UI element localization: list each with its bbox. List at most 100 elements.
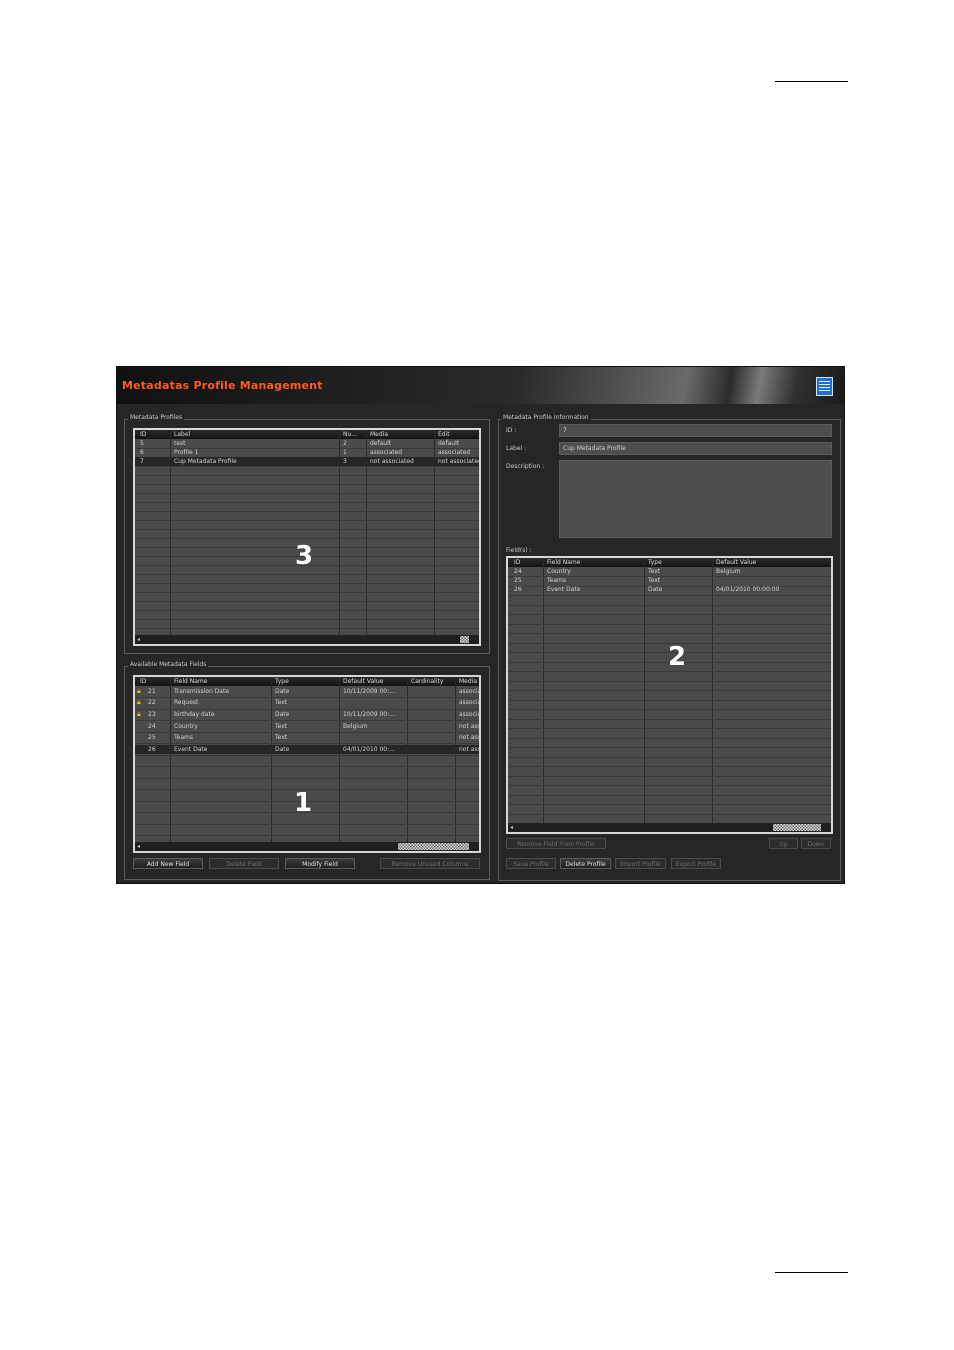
table-row[interactable]: 26 Event Date Date 04/01/2010 00:00:00 — [508, 585, 831, 594]
grid-line — [135, 720, 479, 721]
cell-default-value — [340, 698, 407, 707]
cell-id: 24 — [148, 723, 156, 730]
label-field[interactable]: Cup Metadata Profile — [559, 442, 832, 455]
save-profile-button[interactable]: Save Profile — [506, 858, 556, 869]
cell-media: not associated — [459, 746, 479, 753]
column-header-id[interactable]: ID — [511, 558, 543, 567]
cell-cardinality — [408, 733, 455, 742]
grid-line — [508, 785, 831, 786]
cell-default-value: 04/01/2010 00:00:00 — [716, 586, 780, 593]
table-row[interactable]: 🔒︎ 21 Transmission Date Date 10/11/2009 … — [135, 687, 479, 696]
fields-horizontal-scrollbar[interactable]: ◂ — [135, 842, 479, 851]
grid-line — [135, 511, 479, 512]
delete-field-button[interactable]: Delete Field — [209, 858, 279, 869]
cell-type: Date — [275, 746, 290, 753]
table-row[interactable]: 25 Teams Text not associated — [135, 733, 479, 742]
window-title: Metadatas Profile Management — [122, 379, 323, 392]
cell-field-name: Request — [174, 699, 199, 706]
profiles-horizontal-scrollbar[interactable]: ◂ — [135, 635, 479, 644]
profiles-table-header: ID Label Nu... Media Edit — [135, 430, 479, 439]
down-button[interactable]: Down — [801, 838, 831, 849]
metadata-profile-window: Metadatas Profile Management Metadata Pr… — [116, 366, 845, 884]
up-button[interactable]: Up — [769, 838, 798, 849]
available-fields-table[interactable]: ID Field Name Type Default Value Cardina… — [133, 675, 481, 853]
table-row[interactable]: 🔒︎ 23 birthday date Date 10/11/2009 00:.… — [135, 710, 479, 719]
column-header-default-value[interactable]: Default Value — [340, 677, 407, 686]
grid-line — [508, 709, 831, 710]
scrollbar-thumb[interactable] — [398, 843, 469, 850]
cell-number: 2 — [343, 440, 347, 447]
cell-number: 1 — [343, 449, 347, 456]
cell-media: not associated — [370, 458, 414, 465]
grid-line — [135, 583, 479, 584]
remove-unused-columns-button[interactable]: Remove Unused Columns — [380, 858, 480, 869]
table-row[interactable]: 🔒︎ 22 Request Text associated — [135, 698, 479, 707]
table-row[interactable]: 5 test 2 default default — [135, 439, 479, 448]
profile-information-label: Metadata Profile Information — [501, 414, 591, 421]
grid-line — [508, 737, 831, 739]
callout-number: 1 — [294, 788, 313, 818]
scroll-left-arrow-icon[interactable]: ◂ — [137, 842, 140, 851]
column-header-type[interactable]: Type — [645, 558, 712, 567]
add-new-field-button[interactable]: Add New Field — [133, 858, 203, 869]
column-header-number[interactable]: Nu... — [340, 430, 366, 439]
grid-line — [508, 804, 831, 805]
scrollbar-thumb[interactable] — [773, 824, 821, 831]
import-profile-button[interactable]: Import Profile — [615, 858, 666, 869]
profiles-table[interactable]: ID Label Nu... Media Edit 5 test 2 defau… — [133, 428, 481, 646]
export-profile-button[interactable]: Export Profile — [671, 858, 721, 869]
grid-line — [135, 823, 479, 825]
scroll-left-arrow-icon[interactable]: ◂ — [510, 823, 513, 832]
description-field[interactable] — [559, 460, 832, 538]
column-header-field-name[interactable]: Field Name — [171, 677, 271, 686]
grid-line — [508, 794, 831, 796]
fields-table-header: ID Field Name Type Default Value Cardina… — [135, 677, 479, 686]
grid-line — [135, 520, 479, 521]
cell-edit: associated — [438, 449, 471, 456]
grid-line — [135, 610, 479, 611]
table-row[interactable]: 6 Profile 1 1 associated associated — [135, 448, 479, 457]
grid-line — [135, 466, 479, 467]
cell-field-name: Country — [547, 568, 571, 575]
column-header-label[interactable]: Label — [171, 430, 339, 439]
cell-media: not associated — [459, 734, 479, 741]
delete-profile-button[interactable]: Delete Profile — [560, 858, 611, 869]
grid-line — [135, 601, 479, 602]
column-header-field-name[interactable]: Field Name — [544, 558, 644, 567]
column-header-default-value[interactable]: Default Value — [713, 558, 831, 567]
modify-field-button[interactable]: Modify Field — [285, 858, 355, 869]
remove-field-from-profile-button[interactable]: Remove Field From Profile — [506, 838, 606, 849]
profile-fields-table-header: ID Field Name Type Default Value — [508, 558, 831, 567]
cell-id: 24 — [514, 568, 522, 575]
cell-cardinality — [408, 722, 455, 731]
grid-line — [135, 574, 479, 575]
notepad-icon[interactable] — [816, 377, 833, 396]
table-row[interactable]: 24 Country Text Belgium — [508, 567, 831, 576]
grid-line — [508, 813, 831, 815]
column-header-cardinality[interactable]: Cardinality — [408, 677, 455, 686]
cell-media: default — [370, 440, 392, 447]
profile-fields-horizontal-scrollbar[interactable]: ◂ — [508, 823, 831, 832]
column-header-id[interactable]: ID — [137, 430, 170, 439]
id-field[interactable]: 7 — [559, 424, 832, 437]
profile-fields-table[interactable]: ID Field Name Type Default Value 24 Coun… — [506, 556, 833, 834]
grid-line — [135, 538, 479, 539]
table-row-selected[interactable]: 7 Cup Metadata Profile 3 not associated … — [135, 457, 479, 466]
cell-type: Text — [648, 577, 661, 584]
column-header-media[interactable]: Media — [456, 677, 479, 686]
column-header-id[interactable]: ID — [137, 677, 170, 686]
column-header-media[interactable]: Media — [367, 430, 434, 439]
column-header-type[interactable]: Type — [272, 677, 339, 686]
cell-type: Text — [275, 699, 288, 706]
grid-line — [135, 592, 479, 593]
grid-line — [135, 493, 479, 494]
table-row[interactable]: 25 Teams Text — [508, 576, 831, 585]
scrollbar-thumb[interactable] — [460, 636, 469, 643]
scroll-left-arrow-icon[interactable]: ◂ — [137, 635, 140, 644]
cell-id: 26 — [148, 746, 156, 753]
cell-id: 26 — [514, 586, 522, 593]
grid-line — [508, 595, 831, 596]
column-header-edit[interactable]: Edit — [435, 430, 479, 439]
table-row[interactable]: 24 Country Text Belgium not associated — [135, 722, 479, 731]
table-row-selected[interactable]: 26 Event Date Date 04/01/2010 00:... not… — [135, 745, 479, 754]
